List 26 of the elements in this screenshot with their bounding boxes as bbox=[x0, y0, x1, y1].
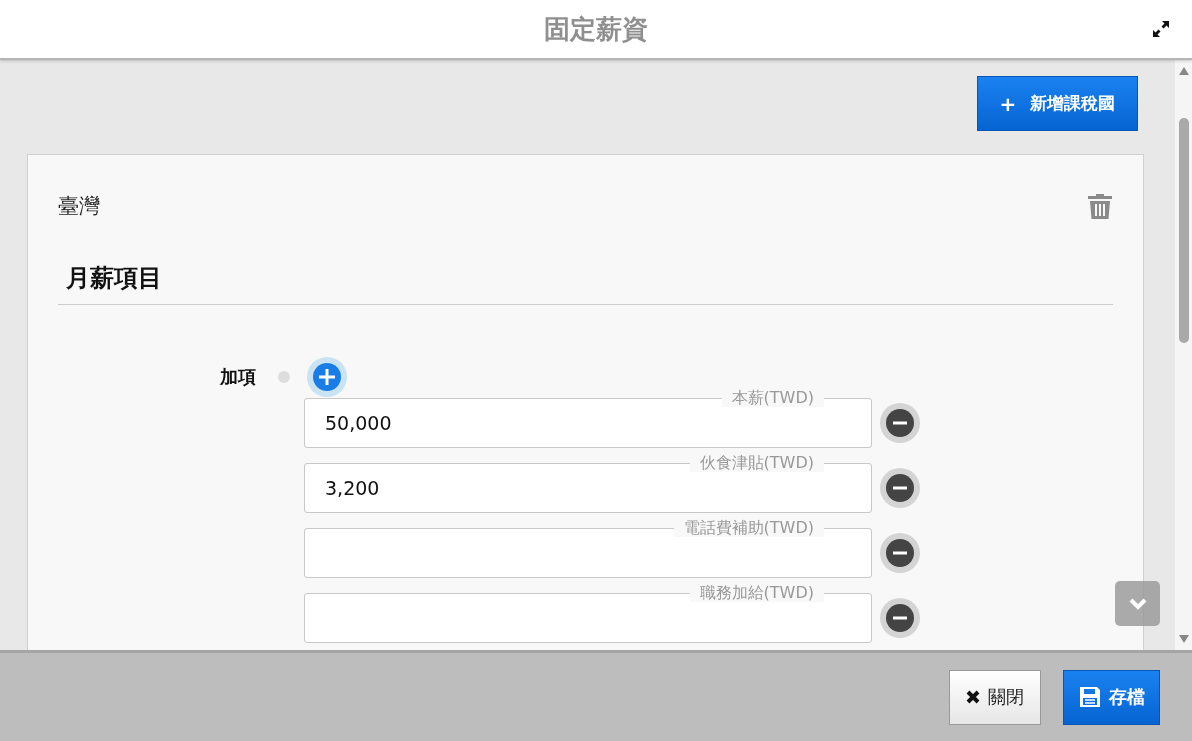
field-label: 本薪(TWD) bbox=[721, 389, 824, 407]
trash-icon[interactable] bbox=[1087, 192, 1113, 220]
country-name: 臺灣 bbox=[58, 193, 100, 220]
section-title: 月薪項目 bbox=[58, 262, 1113, 305]
remove-icon[interactable] bbox=[880, 403, 920, 443]
close-button[interactable]: 關閉 bbox=[949, 669, 1041, 725]
group-label: 加項 bbox=[220, 365, 256, 389]
chevron-down-icon bbox=[1128, 597, 1147, 610]
expand-icon[interactable] bbox=[1152, 20, 1170, 38]
save-button[interactable]: 存檔 bbox=[1063, 669, 1160, 725]
field-label: 電話費補助(TWD) bbox=[673, 519, 824, 537]
scroll-up-icon[interactable] bbox=[1177, 66, 1190, 76]
scrollbar[interactable] bbox=[1175, 60, 1192, 650]
remove-icon[interactable] bbox=[880, 598, 920, 638]
field-label: 職務加給(TWD) bbox=[689, 584, 824, 602]
scrollbar-thumb[interactable] bbox=[1178, 117, 1189, 343]
close-icon bbox=[966, 690, 980, 704]
add-country-button[interactable]: + 新增課稅國 bbox=[977, 76, 1138, 131]
window-title: 固定薪資 bbox=[544, 12, 648, 46]
scroll-down-icon[interactable] bbox=[1177, 634, 1190, 644]
dot-icon bbox=[278, 371, 290, 383]
remove-icon[interactable] bbox=[880, 468, 920, 508]
scroll-down-button[interactable] bbox=[1115, 581, 1160, 626]
add-icon[interactable] bbox=[307, 357, 347, 397]
remove-icon[interactable] bbox=[880, 533, 920, 573]
field-label: 伙食津貼(TWD) bbox=[689, 454, 824, 472]
